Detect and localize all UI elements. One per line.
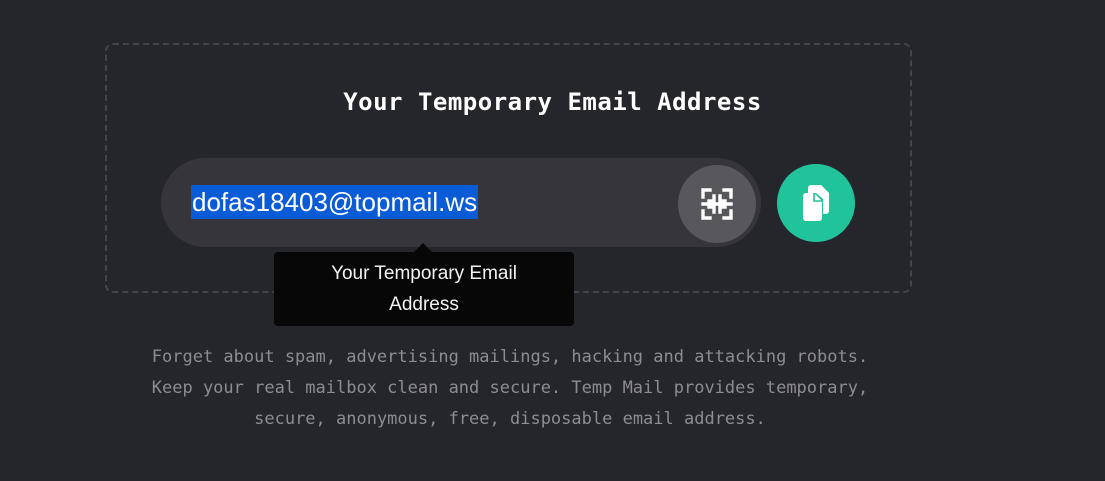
tooltip-line-1: Your Temporary Email bbox=[331, 263, 517, 284]
email-box-title: Your Temporary Email Address bbox=[343, 88, 762, 116]
qr-code-icon bbox=[701, 188, 733, 220]
tooltip: Your Temporary Email Address bbox=[274, 252, 574, 326]
email-address-text[interactable]: dofas18403@topmail.ws bbox=[191, 185, 479, 219]
page: Your Temporary Email Address dofas18403@… bbox=[0, 0, 1105, 481]
description-line-2: Keep your real mailbox clean and secure.… bbox=[151, 378, 869, 398]
description-line-3: secure, anonymous, free, disposable emai… bbox=[254, 409, 766, 429]
tooltip-arrow bbox=[414, 243, 432, 252]
tooltip-line-2: Address bbox=[389, 294, 459, 315]
qr-code-button[interactable] bbox=[678, 165, 756, 243]
copy-icon bbox=[803, 185, 829, 221]
description-line-1: Forget about spam, advertising mailings,… bbox=[151, 347, 869, 367]
description: Forget about spam, advertising mailings,… bbox=[80, 342, 940, 435]
copy-button[interactable] bbox=[777, 164, 855, 242]
